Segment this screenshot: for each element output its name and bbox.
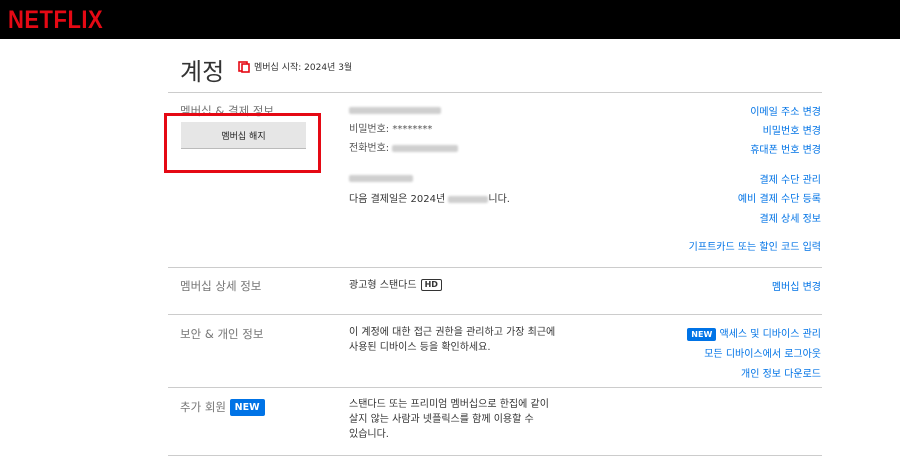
top-bar: NETFLIX — [0, 0, 900, 39]
payment-method-value — [349, 171, 413, 186]
plan-name-text: 광고형 스탠다드 — [349, 280, 417, 291]
manage-access-link[interactable]: NEW 액세스 및 디바이스 관리 — [687, 325, 821, 341]
change-email-link[interactable]: 이메일 주소 변경 — [750, 103, 821, 118]
next-billing-prefix: 다음 결제일은 2024년 — [349, 194, 446, 205]
plan-details-label: 멤버십 상세 정보 — [180, 279, 262, 293]
redeem-gift-link[interactable]: 기프트카드 또는 할인 코드 입력 — [689, 238, 821, 253]
security-description: 이 계정에 대한 접근 권한을 관리하고 가장 최근에 사용된 디바이스 등을 … — [349, 325, 555, 355]
security-privacy-label: 보안 & 개인 정보 — [180, 327, 264, 341]
new-badge: NEW — [229, 399, 265, 416]
manage-access-text: 액세스 및 디바이스 관리 — [719, 329, 821, 340]
download-personal-info-link[interactable]: 개인 정보 다운로드 — [741, 365, 821, 380]
extra-member-description-line: 스탠다드 또는 프리미엄 멤버십으로 한집에 같이 — [349, 399, 549, 410]
sign-out-all-devices-link[interactable]: 모든 디바이스에서 로그아웃 — [704, 345, 821, 360]
phone-value: 전화번호: — [349, 141, 459, 156]
manage-payment-link[interactable]: 결제 수단 관리 — [759, 171, 821, 186]
next-billing-suffix: 니다. — [488, 194, 510, 205]
change-plan-link[interactable]: 멤버십 변경 — [772, 278, 821, 293]
extra-member-label-text: 추가 회원 — [180, 400, 226, 414]
divider — [168, 387, 822, 388]
next-billing-date: 다음 결제일은 2024년 니다. — [349, 192, 510, 207]
add-backup-payment-link[interactable]: 예비 결제 수단 등록 — [738, 190, 821, 205]
highlight-box — [164, 113, 321, 173]
new-badge: NEW — [687, 327, 717, 341]
password-value: 비밀번호: ******** — [349, 124, 433, 135]
phone-label: 전화번호: — [349, 143, 390, 154]
divider — [168, 314, 822, 315]
change-password-link[interactable]: 비밀번호 변경 — [763, 122, 821, 137]
extra-member-description: 스탠다드 또는 프리미엄 멤버십으로 한집에 같이 살지 않는 사람과 넷플릭스… — [349, 397, 549, 442]
extra-member-description-line: 살지 않는 사람과 넷플릭스를 함께 이용할 수 — [349, 414, 534, 425]
divider — [168, 267, 822, 268]
page-title: 계정 — [180, 58, 225, 86]
security-description-line: 이 계정에 대한 접근 권한을 관리하고 가장 최근에 — [349, 327, 556, 338]
email-value — [349, 103, 441, 118]
plan-name: 광고형 스탠다드 HD — [349, 278, 442, 293]
netflix-logo[interactable]: NETFLIX — [8, 5, 103, 35]
hd-badge: HD — [420, 279, 442, 291]
security-description-line: 사용된 디바이스 등을 확인하세요. — [349, 342, 491, 353]
divider — [168, 92, 822, 93]
membership-calendar-icon — [238, 61, 250, 73]
divider — [168, 455, 822, 456]
member-since-text: 멤버십 시작: 2024년 3월 — [254, 63, 353, 73]
change-phone-link[interactable]: 휴대폰 번호 변경 — [750, 141, 821, 156]
member-since: 멤버십 시작: 2024년 3월 — [238, 60, 352, 73]
extra-member-label: 추가 회원 NEW — [180, 399, 265, 416]
billing-details-link[interactable]: 결제 상세 정보 — [759, 210, 821, 225]
extra-member-description-line: 있습니다. — [349, 429, 389, 440]
